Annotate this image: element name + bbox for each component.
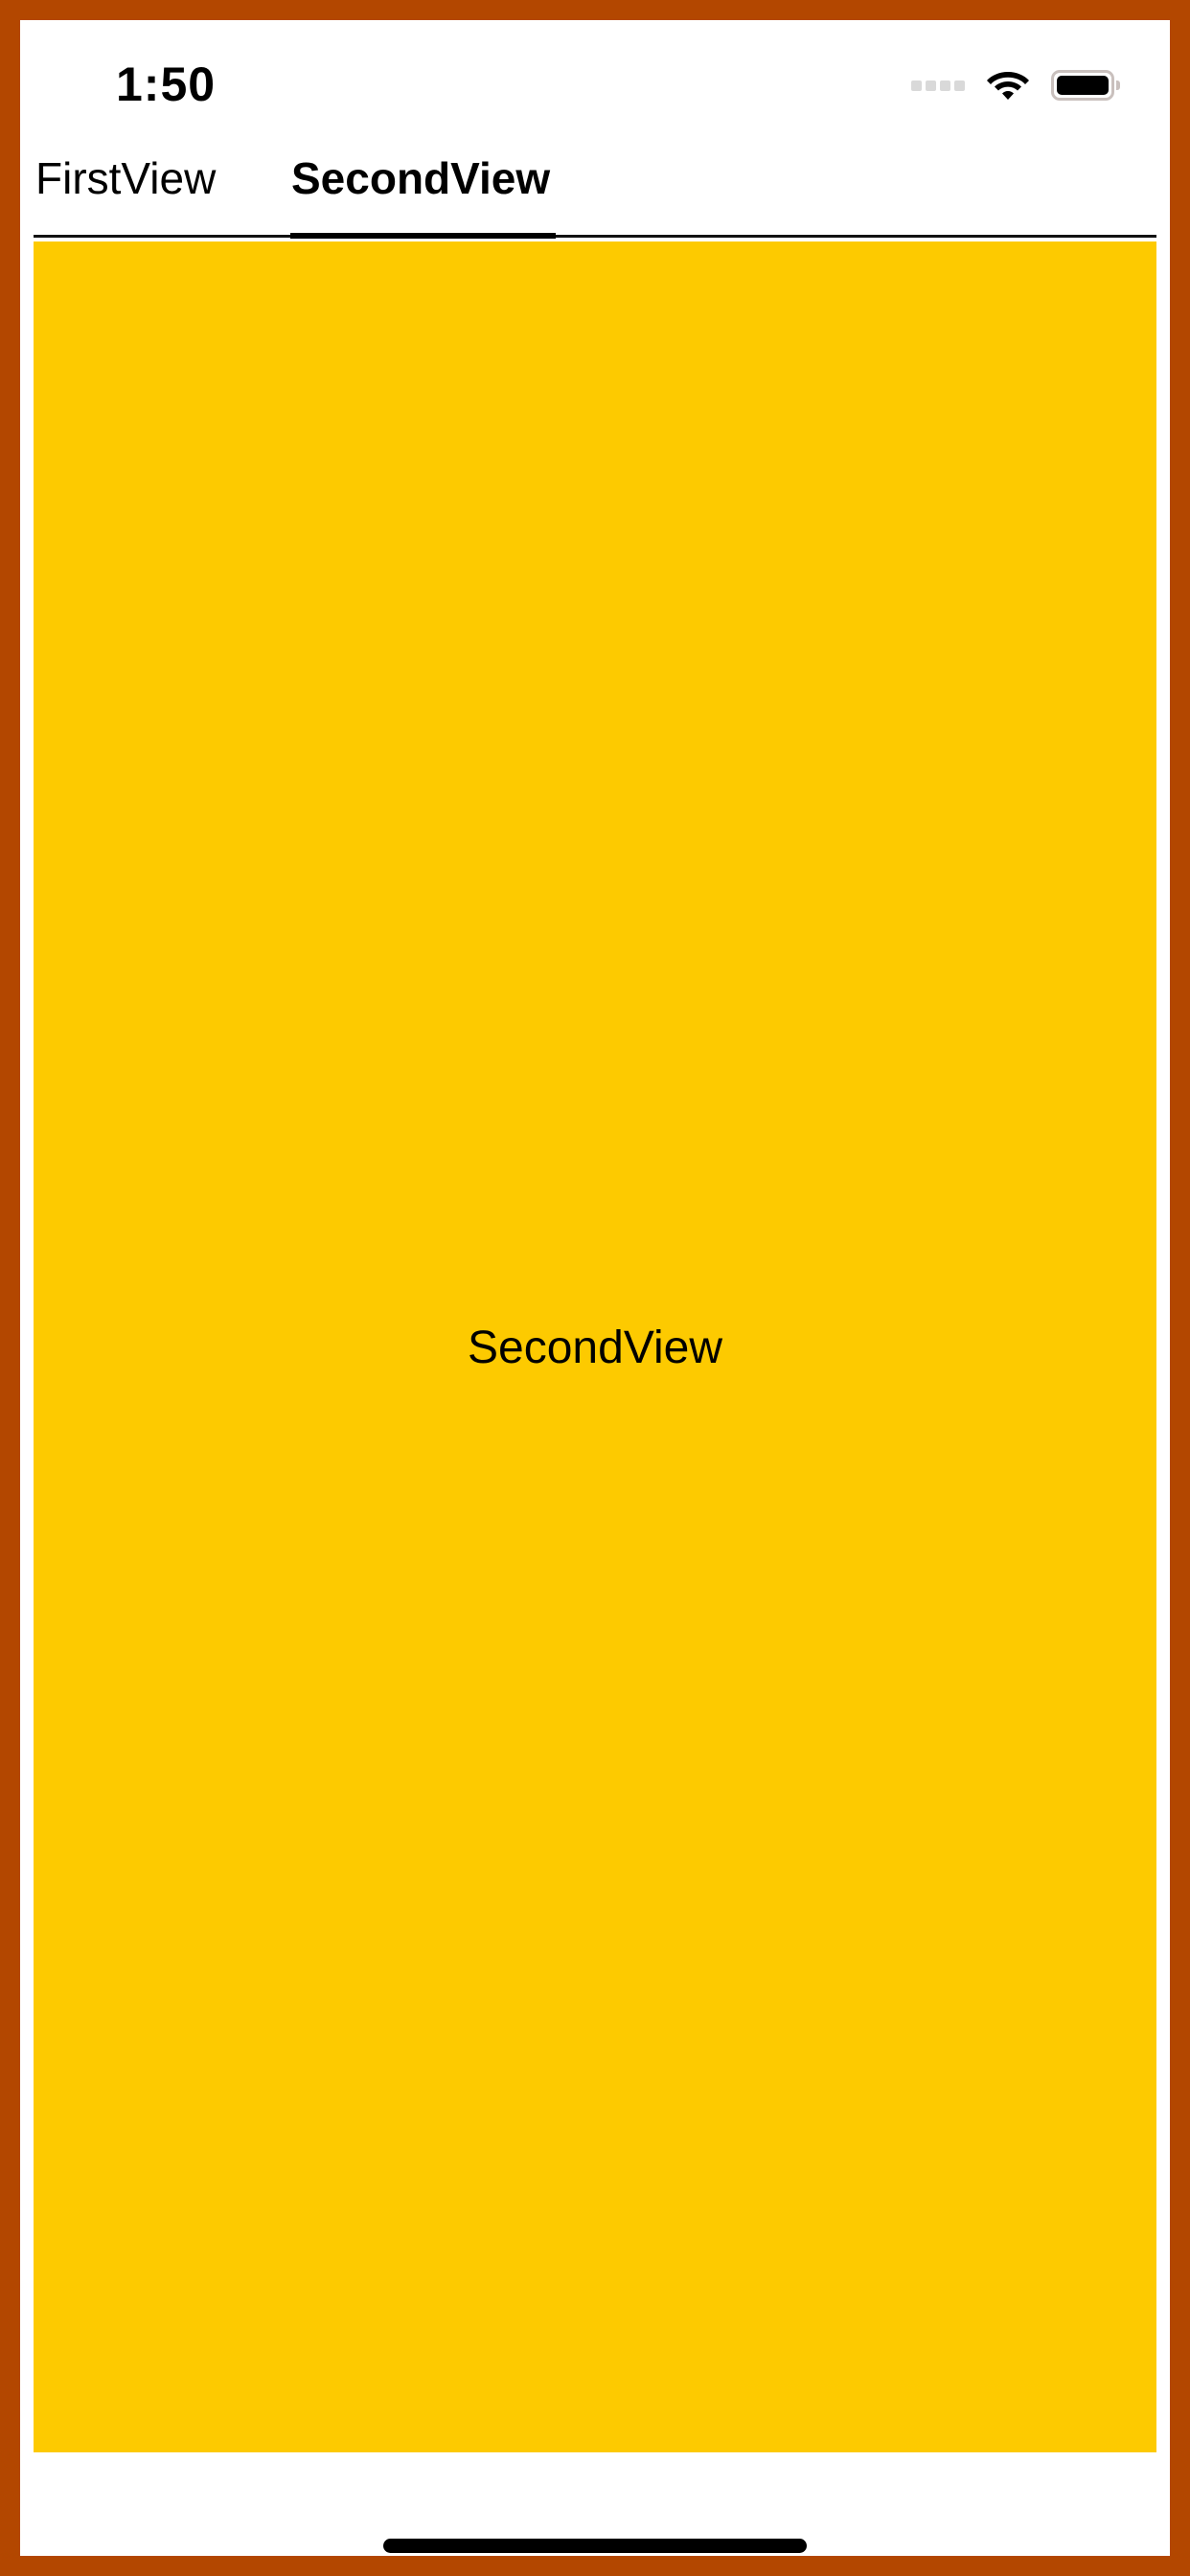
cellular-signal-icon: [911, 80, 965, 91]
battery-icon: [1051, 70, 1120, 101]
home-indicator[interactable]: [383, 2539, 807, 2553]
tab-secondview[interactable]: SecondView: [291, 152, 550, 204]
content-label: SecondView: [468, 1322, 722, 1373]
status-time: 1:50: [116, 58, 217, 111]
tab-bar: FirstView SecondView: [34, 135, 1156, 239]
second-view-panel: SecondView: [34, 242, 1156, 2452]
wifi-icon: [987, 72, 1029, 100]
status-icons: [911, 64, 1120, 106]
tab-firstview[interactable]: FirstView: [35, 152, 216, 204]
phone-screen: 1:50 FirstView SecondView SecondView: [0, 0, 1190, 2576]
selected-tab-indicator: [290, 233, 556, 239]
